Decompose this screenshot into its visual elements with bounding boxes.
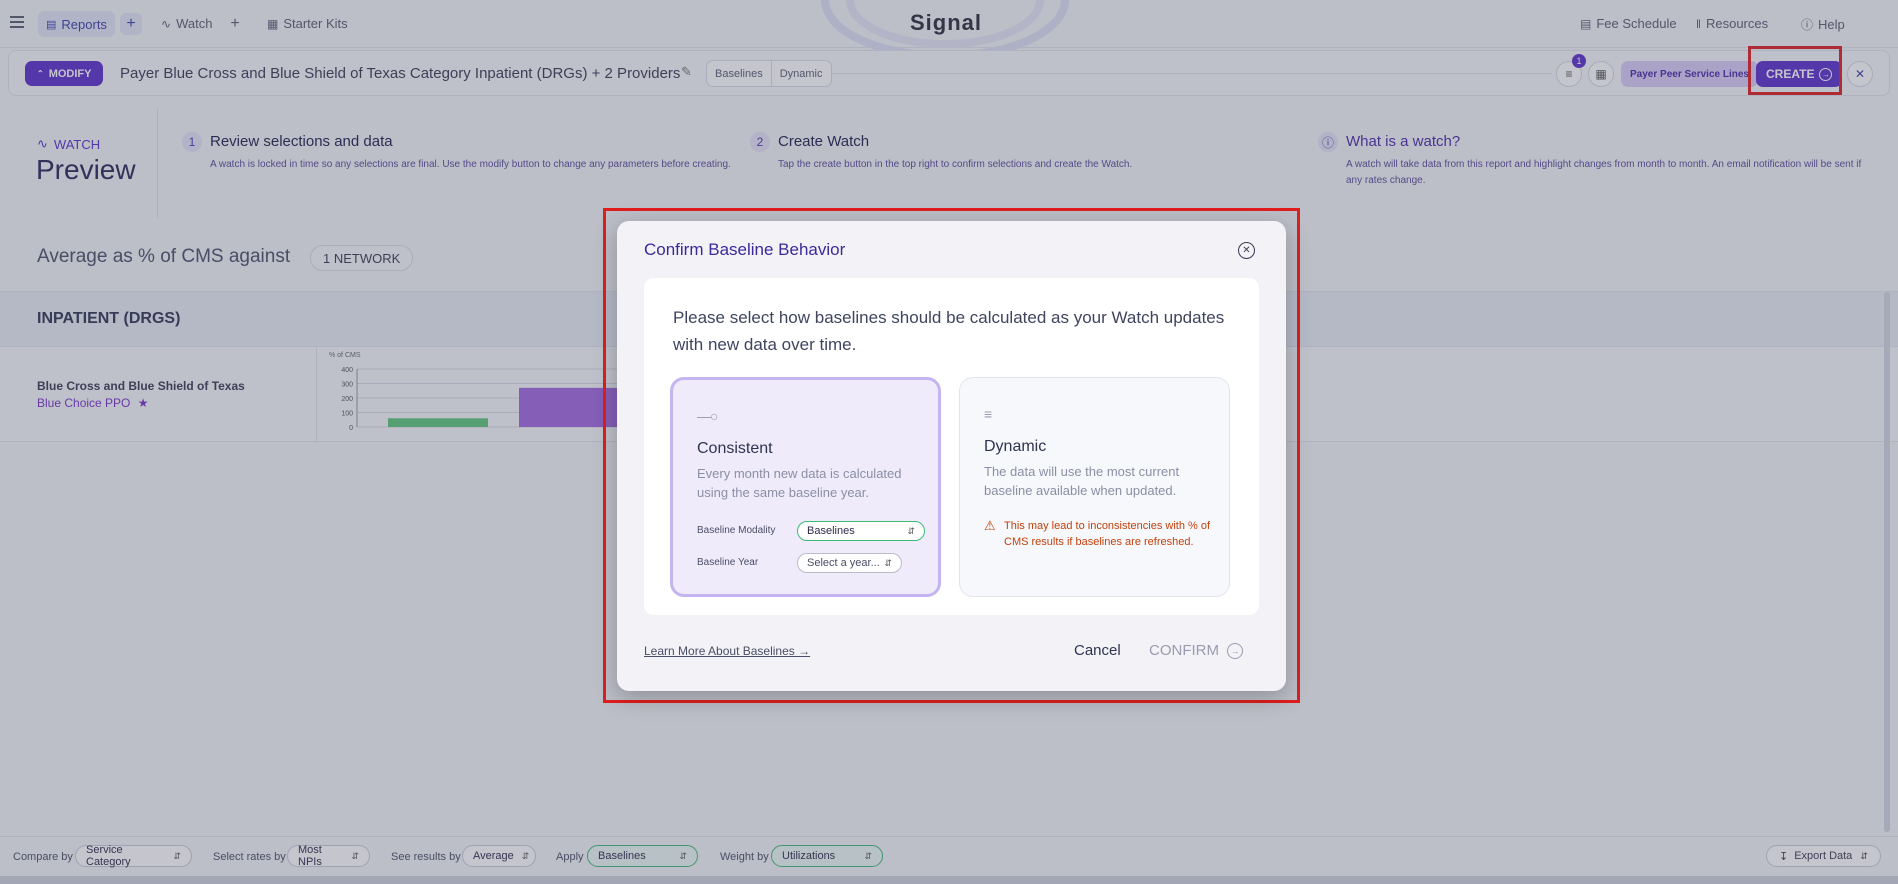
consistent-option-card[interactable]: —○ Consistent Every month new data is ca… bbox=[670, 377, 941, 597]
baseline-year-label: Baseline Year bbox=[697, 557, 759, 568]
modal-body: Please select how baselines should be ca… bbox=[644, 278, 1259, 615]
modal-close-button[interactable]: ✕ bbox=[1238, 242, 1255, 259]
modal-question: Please select how baselines should be ca… bbox=[673, 308, 1225, 354]
learn-more-link[interactable]: Learn More About Baselines → bbox=[644, 644, 810, 658]
dynamic-option-card[interactable]: ≡ Dynamic The data will use the most cur… bbox=[959, 377, 1230, 597]
sort-icon: ⇵ bbox=[884, 557, 892, 568]
confirm-baseline-modal: Confirm Baseline Behavior ✕ Please selec… bbox=[617, 221, 1286, 691]
arrow-right-circle-icon: → bbox=[1227, 642, 1243, 659]
baseline-modality-label: Baseline Modality bbox=[697, 525, 776, 536]
confirm-button[interactable]: CONFIRM → bbox=[1149, 642, 1243, 659]
lines-icon: ≡ bbox=[984, 406, 992, 422]
baseline-modality-value: Baselines bbox=[807, 525, 855, 537]
card-title: Dynamic bbox=[984, 438, 1047, 455]
baseline-modality-select[interactable]: Baselines ⇵ bbox=[797, 521, 925, 541]
card-description: The data will use the most current basel… bbox=[984, 464, 1180, 498]
card-description: Every month new data is calculated using… bbox=[697, 466, 902, 500]
sort-icon: ⇵ bbox=[907, 525, 915, 536]
cancel-button[interactable]: Cancel bbox=[1074, 642, 1121, 659]
warning-text: This may lead to inconsistencies with % … bbox=[1004, 520, 1211, 548]
card-title: Consistent bbox=[697, 440, 773, 457]
confirm-label: CONFIRM bbox=[1149, 642, 1219, 659]
baseline-year-select[interactable]: Select a year... ⇵ bbox=[797, 553, 902, 573]
baseline-year-placeholder: Select a year... bbox=[807, 557, 880, 569]
close-icon: ✕ bbox=[1242, 245, 1251, 256]
modal-title: Confirm Baseline Behavior bbox=[644, 240, 846, 259]
toggle-icon: —○ bbox=[697, 408, 718, 424]
warning-icon: ⚠ bbox=[984, 518, 996, 533]
dynamic-warning: ⚠ This may lead to inconsistencies with … bbox=[984, 518, 1214, 550]
